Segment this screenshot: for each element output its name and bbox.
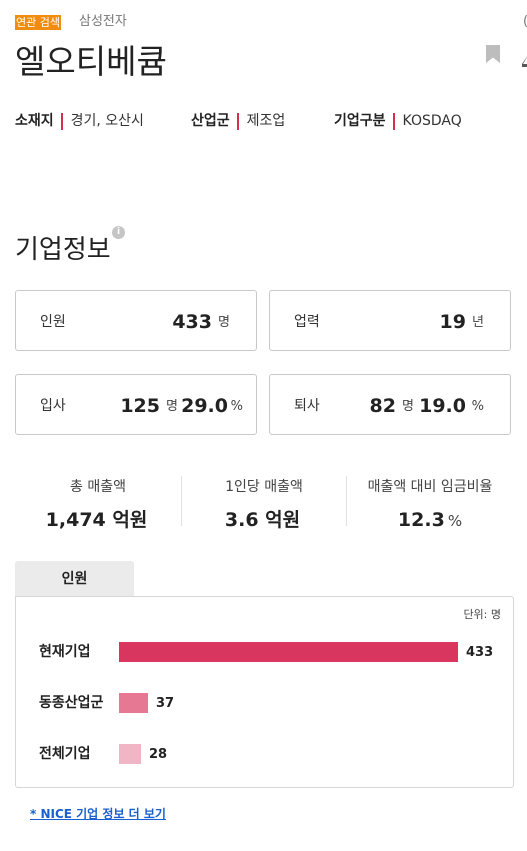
related-search-tag: 연관 검색: [15, 15, 61, 30]
related-company-link[interactable]: 삼성전자: [79, 14, 127, 30]
meta-company-type: 기업구분 KOSDAQ: [334, 112, 462, 130]
bar-label-industry: 동종산업군: [39, 695, 104, 711]
employees-value: 433: [172, 311, 212, 333]
meta-location-value: 경기, 오산시: [70, 113, 144, 129]
years-box: 업력 19 년: [269, 290, 511, 351]
bar-value-all: 28: [149, 747, 168, 762]
tab-employees[interactable]: 인원: [15, 561, 134, 597]
total-revenue-label: 총 매출액: [70, 479, 126, 495]
meta-location: 소재지 경기, 오산시: [15, 112, 144, 130]
bookmark-icon[interactable]: [486, 45, 500, 63]
meta-location-key: 소재지: [15, 113, 54, 129]
hired-label: 입사: [40, 398, 66, 414]
meta-industry-value: 제조업: [246, 113, 286, 129]
cut-off-text: (: [523, 14, 527, 30]
total-revenue-value: 1,474 억원: [45, 509, 148, 531]
left-count-unit: 명: [402, 399, 414, 414]
meta-company-type-key: 기업구분: [334, 113, 386, 129]
bar-label-all: 전체기업: [39, 746, 91, 762]
hired-box: 입사 125 명 29.0 %: [15, 374, 257, 435]
wage-ratio-unit: %: [447, 512, 463, 530]
years-label: 업력: [294, 314, 320, 330]
meta-divider: [60, 112, 63, 130]
hired-rate-unit: %: [230, 399, 243, 414]
left-count: 82: [369, 395, 396, 417]
revenue-per-employee-value: 3.6 억원: [224, 509, 301, 531]
meta-industry-key: 산업군: [191, 113, 230, 129]
bar-label-current: 현재기업: [39, 644, 91, 660]
chart-unit-note: 단위: 명: [463, 608, 501, 621]
employees-label: 인원: [40, 314, 66, 330]
revenue-per-employee: 1인당 매출액 3.6 억원: [182, 478, 346, 532]
years-value: 19: [439, 311, 466, 333]
bar-current: [119, 642, 458, 662]
meta-company-type-value: KOSDAQ: [402, 113, 462, 129]
employees-unit: 명: [218, 315, 230, 330]
wage-ratio-value: 12.3: [397, 509, 445, 531]
meta-divider: [236, 112, 239, 130]
left-rate: 19.0: [419, 395, 466, 417]
years-unit: 년: [472, 315, 484, 330]
wage-ratio: 매출액 대비 임금비율 12.3%: [347, 478, 513, 532]
wage-ratio-label: 매출액 대비 임금비율: [367, 479, 493, 495]
hired-count: 125: [120, 395, 160, 417]
info-icon[interactable]: i: [112, 226, 125, 239]
bar-value-current: 433: [466, 645, 494, 660]
left-rate-unit: %: [471, 399, 484, 414]
cut-off-icon: [522, 56, 527, 67]
left-label: 퇴사: [294, 398, 320, 414]
bar-value-industry: 37: [156, 696, 175, 711]
left-box: 퇴사 82 명 19.0 %: [269, 374, 511, 435]
nice-more-link[interactable]: * NICE 기업 정보 더 보기: [30, 806, 166, 822]
total-revenue: 총 매출액 1,474 억원: [15, 478, 181, 532]
revenue-per-employee-label: 1인당 매출액: [225, 479, 303, 495]
meta-industry: 산업군 제조업: [191, 112, 285, 130]
company-info-title: 기업정보: [15, 235, 111, 265]
bar-industry: [119, 693, 148, 713]
bar-all: [119, 744, 141, 764]
employees-box: 인원 433 명: [15, 290, 257, 351]
hired-count-unit: 명: [166, 399, 178, 414]
company-name: 엘오티베큠: [15, 42, 167, 81]
hired-rate: 29.0: [181, 395, 228, 417]
meta-divider: [392, 112, 395, 130]
